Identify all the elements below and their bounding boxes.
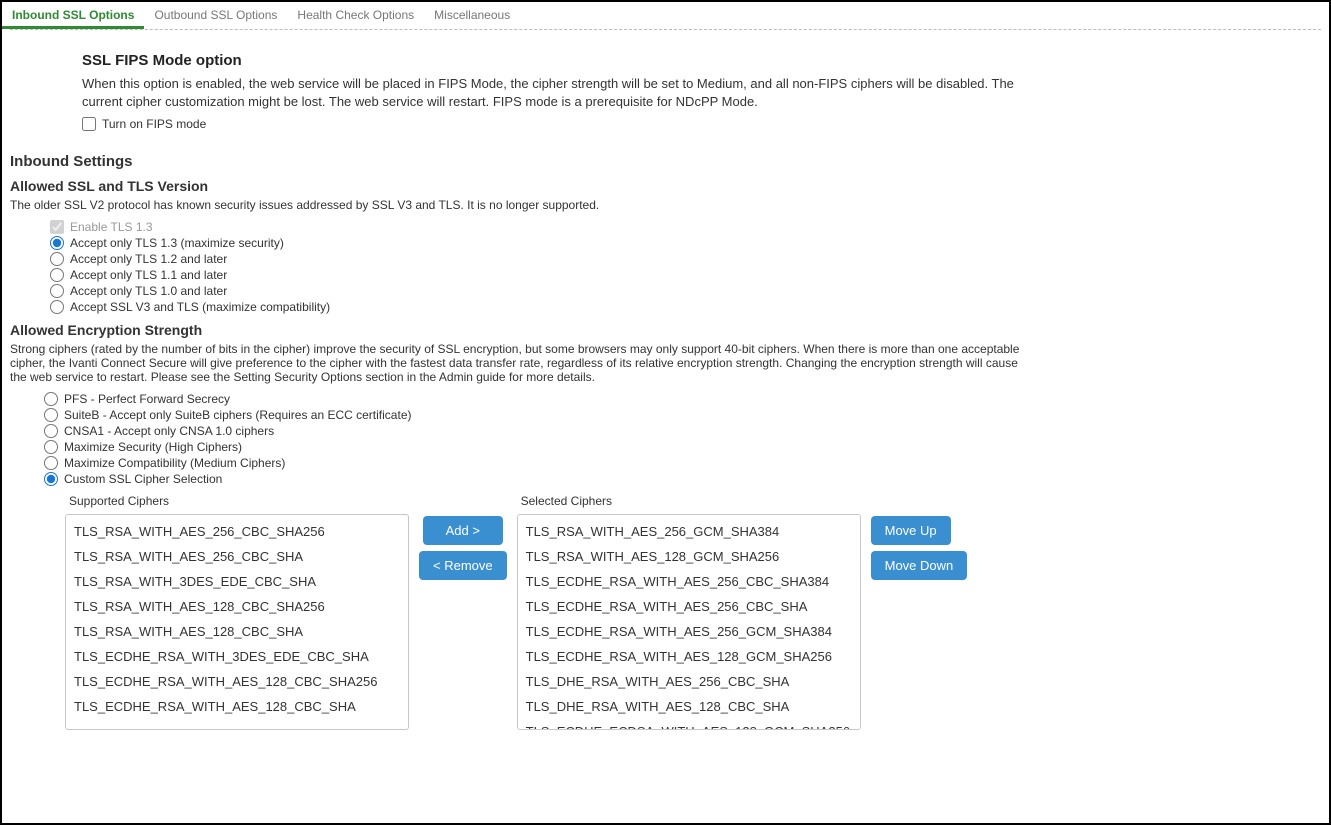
enc-radio-medium-label: Maximize Compatibility (Medium Ciphers) (64, 456, 285, 470)
add-button[interactable]: Add > (423, 516, 503, 545)
cipher-item[interactable]: TLS_ECDHE_RSA_WITH_AES_256_GCM_SHA384 (518, 619, 860, 644)
cipher-item[interactable]: TLS_RSA_WITH_AES_256_CBC_SHA256 (66, 519, 408, 544)
enc-radio-pfs[interactable] (44, 392, 58, 406)
enc-radio-high[interactable] (44, 440, 58, 454)
cipher-item[interactable]: TLS_RSA_WITH_AES_256_CBC_SHA (66, 544, 408, 569)
enable-tls13-label: Enable TLS 1.3 (70, 220, 153, 234)
fips-heading: SSL FIPS Mode option (82, 52, 1022, 69)
selected-ciphers-label: Selected Ciphers (521, 494, 861, 508)
cipher-item[interactable]: TLS_ECDHE_ECDSA_WITH_AES_128_GCM_SHA256 (518, 719, 860, 730)
supported-ciphers-label: Supported Ciphers (69, 494, 409, 508)
remove-button[interactable]: < Remove (419, 551, 507, 580)
selected-ciphers-list[interactable]: TLS_RSA_WITH_AES_256_GCM_SHA384TLS_RSA_W… (517, 514, 861, 730)
move-down-button[interactable]: Move Down (871, 551, 968, 580)
tls-radio-only13-label: Accept only TLS 1.3 (maximize security) (70, 236, 284, 250)
fips-mode-checkbox-label: Turn on FIPS mode (102, 117, 206, 131)
tab-inbound-ssl[interactable]: Inbound SSL Options (2, 2, 144, 29)
page-frame: Inbound SSL Options Outbound SSL Options… (0, 0, 1331, 825)
tls-radio-only11-label: Accept only TLS 1.1 and later (70, 268, 227, 282)
fips-mode-checkbox[interactable] (82, 117, 96, 131)
cipher-item[interactable]: TLS_RSA_WITH_AES_128_GCM_SHA256 (518, 544, 860, 569)
fips-section: SSL FIPS Mode option When this option is… (82, 52, 1022, 131)
cipher-item[interactable]: TLS_DHE_RSA_WITH_AES_128_CBC_SHA (518, 694, 860, 719)
supported-ciphers-list[interactable]: TLS_RSA_WITH_AES_256_CBC_SHA256TLS_RSA_W… (65, 514, 409, 730)
selected-column: Selected Ciphers TLS_RSA_WITH_AES_256_GC… (517, 494, 861, 730)
tls-radio-only12[interactable] (50, 252, 64, 266)
cipher-item[interactable]: TLS_RSA_WITH_3DES_EDE_CBC_SHA (66, 569, 408, 594)
cipher-picker: Supported Ciphers TLS_RSA_WITH_AES_256_C… (65, 494, 1027, 730)
enc-radio-medium[interactable] (44, 456, 58, 470)
fips-description: When this option is enabled, the web ser… (82, 75, 1022, 111)
tls-version-subtext: The older SSL V2 protocol has known secu… (10, 198, 1027, 212)
add-remove-column: Add > < Remove (419, 516, 507, 586)
tls-version-heading: Allowed SSL and TLS Version (10, 178, 1027, 194)
tls-radio-only10[interactable] (50, 284, 64, 298)
cipher-item[interactable]: TLS_ECDHE_RSA_WITH_AES_256_CBC_SHA384 (518, 569, 860, 594)
tls-radio-sslv3[interactable] (50, 300, 64, 314)
content-scroll[interactable]: SSL FIPS Mode option When this option is… (2, 30, 1035, 820)
tls-radio-only12-label: Accept only TLS 1.2 and later (70, 252, 227, 266)
tab-miscellaneous[interactable]: Miscellaneous (424, 2, 520, 29)
tls-radio-only11[interactable] (50, 268, 64, 282)
tab-bar: Inbound SSL Options Outbound SSL Options… (2, 2, 1329, 29)
enc-radio-suiteb-label: SuiteB - Accept only SuiteB ciphers (Req… (64, 408, 411, 422)
tls-radio-only10-label: Accept only TLS 1.0 and later (70, 284, 227, 298)
enc-radio-cnsa1-label: CNSA1 - Accept only CNSA 1.0 ciphers (64, 424, 274, 438)
tls-radio-only13[interactable] (50, 236, 64, 250)
enc-strength-heading: Allowed Encryption Strength (10, 322, 1027, 338)
cipher-item[interactable]: TLS_RSA_WITH_AES_256_GCM_SHA384 (518, 519, 860, 544)
cipher-item[interactable]: TLS_ECDHE_RSA_WITH_AES_128_GCM_SHA256 (518, 644, 860, 669)
cipher-item[interactable]: TLS_ECDHE_RSA_WITH_3DES_EDE_CBC_SHA (66, 644, 408, 669)
tls-radio-sslv3-label: Accept SSL V3 and TLS (maximize compatib… (70, 300, 330, 314)
move-column: Move Up Move Down (871, 516, 968, 586)
enc-radio-high-label: Maximize Security (High Ciphers) (64, 440, 242, 454)
move-up-button[interactable]: Move Up (871, 516, 951, 545)
enc-radio-pfs-label: PFS - Perfect Forward Secrecy (64, 392, 230, 406)
enc-strength-subtext: Strong ciphers (rated by the number of b… (10, 342, 1020, 384)
cipher-item[interactable]: TLS_ECDHE_RSA_WITH_AES_128_CBC_SHA256 (66, 669, 408, 694)
cipher-item[interactable]: TLS_DHE_RSA_WITH_AES_256_CBC_SHA (518, 669, 860, 694)
cipher-item[interactable]: TLS_RSA_WITH_AES_128_CBC_SHA256 (66, 594, 408, 619)
enc-radio-custom[interactable] (44, 472, 58, 486)
cipher-item[interactable]: TLS_RSA_WITH_AES_128_CBC_SHA (66, 619, 408, 644)
enc-radio-cnsa1[interactable] (44, 424, 58, 438)
tab-health-check[interactable]: Health Check Options (287, 2, 424, 29)
enc-radio-suiteb[interactable] (44, 408, 58, 422)
enable-tls13-checkbox (50, 220, 64, 234)
tab-outbound-ssl[interactable]: Outbound SSL Options (144, 2, 287, 29)
enc-radio-custom-label: Custom SSL Cipher Selection (64, 472, 222, 486)
cipher-item[interactable]: TLS_ECDHE_RSA_WITH_AES_128_CBC_SHA (66, 694, 408, 719)
inbound-settings-heading: Inbound Settings (10, 153, 1027, 170)
cipher-item[interactable]: TLS_ECDHE_RSA_WITH_AES_256_CBC_SHA (518, 594, 860, 619)
supported-column: Supported Ciphers TLS_RSA_WITH_AES_256_C… (65, 494, 409, 730)
